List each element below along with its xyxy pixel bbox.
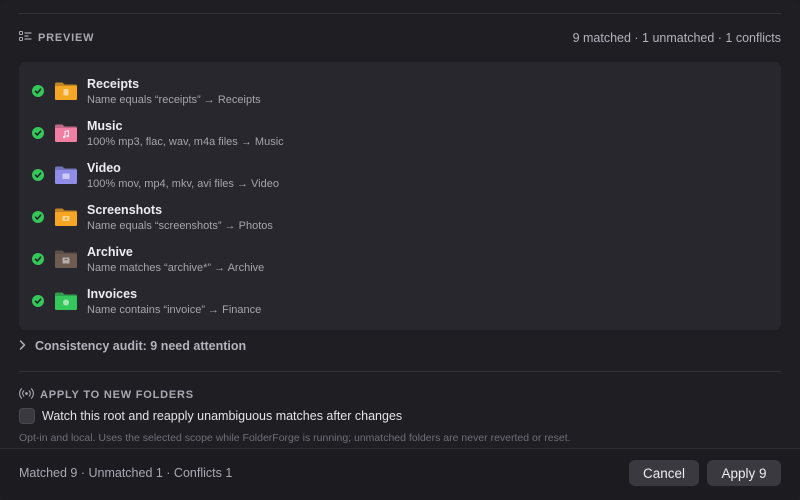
apply-button[interactable]: Apply 9 (707, 460, 781, 486)
preview-list: Receipts Name equals “receipts” → Receipt… (19, 62, 781, 330)
folder-rules-sheet: PREVIEW 9 matched · 1 unmatched · 1 conf… (0, 0, 800, 500)
item-rule: Name equals “receipts” → Receipts (87, 93, 261, 106)
receipt-icon (63, 89, 69, 96)
item-rule: Name contains “invoice” → Finance (87, 303, 262, 316)
chevron-right-icon (19, 339, 26, 353)
preview-header: PREVIEW 9 matched · 1 unmatched · 1 conf… (19, 30, 781, 46)
item-rule: 100% mov, mp4, mkv, avi files → Video (87, 177, 279, 190)
item-rule: Name equals “screenshots” → Photos (87, 219, 273, 232)
checkmark-circle-icon (32, 253, 44, 265)
folder-icon (54, 291, 78, 311)
folder-icon (54, 207, 78, 227)
footer-status: Matched 9 · Unmatched 1 · Conflicts 1 (19, 466, 233, 480)
top-divider (19, 13, 781, 14)
mid-divider (19, 371, 781, 372)
preview-title: PREVIEW (19, 31, 94, 45)
footer-bar: Matched 9 · Unmatched 1 · Conflicts 1 Ca… (0, 448, 800, 500)
audit-label: Consistency audit: 9 need attention (35, 339, 247, 353)
list-item[interactable]: Screenshots Name equals “screenshots” → P… (19, 196, 781, 238)
item-rule: Name matches “archive*” → Archive (87, 261, 265, 274)
item-name: Screenshots (87, 202, 163, 217)
folder-icon (54, 249, 78, 269)
item-name: Receipts (87, 76, 140, 91)
checkmark-circle-icon (32, 127, 44, 139)
item-name: Invoices (87, 286, 138, 301)
archive-box-icon (62, 257, 70, 264)
apply-new-header: APPLY TO NEW FOLDERS (19, 388, 194, 402)
item-name: Archive (87, 244, 133, 259)
video-icon (62, 173, 70, 179)
preview-title-text: PREVIEW (38, 32, 95, 44)
list-item[interactable]: Receipts Name equals “receipts” → Receipt… (19, 70, 781, 112)
item-rule: 100% mp3, flac, wav, m4a files → Music (87, 135, 284, 148)
watch-root-option[interactable]: Watch this root and reapply unambiguous … (19, 408, 402, 424)
checkmark-circle-icon (32, 211, 44, 223)
folder-icon (54, 165, 78, 185)
checkmark-circle-icon (32, 85, 44, 97)
folder-icon (54, 123, 78, 143)
apply-new-title: APPLY TO NEW FOLDERS (40, 389, 194, 401)
consistency-audit-disclosure[interactable]: Consistency audit: 9 need attention (19, 339, 246, 353)
folder-icon (54, 81, 78, 101)
watch-root-label[interactable]: Watch this root and reapply unambiguous … (42, 409, 402, 423)
list-item[interactable]: Video 100% mov, mp4, mkv, avi files → Vid… (19, 154, 781, 196)
money-icon (63, 299, 69, 306)
preview-summary: 9 matched · 1 unmatched · 1 conflicts (572, 31, 781, 45)
list-item[interactable]: Archive Name matches “archive*” → Archive (19, 238, 781, 280)
list-item[interactable]: Invoices Name contains “invoice” → Financ… (19, 280, 781, 322)
apply-new-note: Opt-in and local. Uses the selected scop… (19, 432, 571, 444)
cancel-button[interactable]: Cancel (629, 460, 699, 486)
camera-icon (62, 216, 70, 221)
checkmark-circle-icon (32, 169, 44, 181)
item-name: Video (87, 160, 121, 175)
list-item[interactable]: Music 100% mp3, flac, wav, m4a files → Mu… (19, 112, 781, 154)
broadcast-icon (19, 388, 34, 402)
watch-root-checkbox[interactable] (19, 408, 35, 424)
list-icon (19, 31, 32, 45)
checkmark-circle-icon (32, 295, 44, 307)
item-name: Music (87, 118, 123, 133)
